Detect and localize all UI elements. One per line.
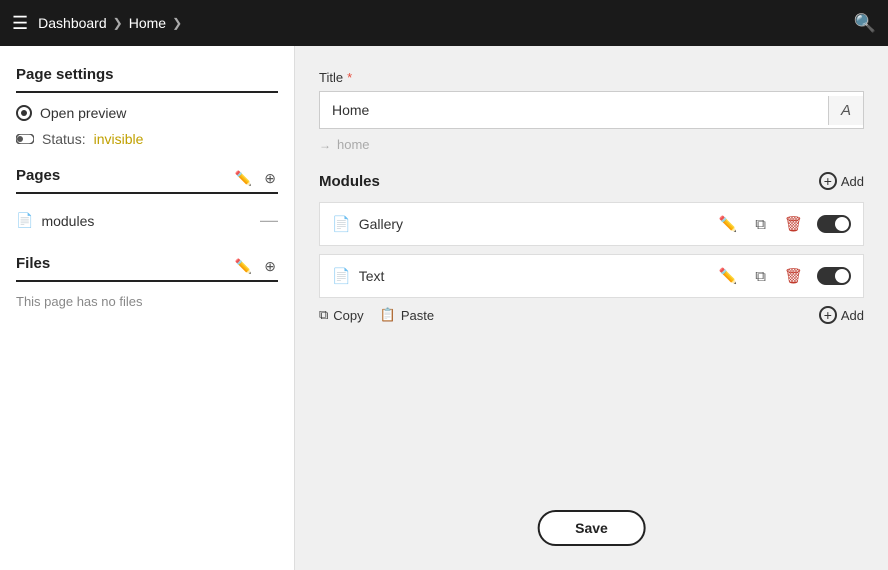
preview-circle-icon xyxy=(16,105,32,121)
breadcrumb-sep-2: ❯ xyxy=(172,16,182,30)
gallery-edit-button[interactable]: ✏️ xyxy=(715,213,742,235)
pages-add-button[interactable]: ⊕ xyxy=(262,168,278,189)
title-input[interactable] xyxy=(320,92,828,128)
page-settings-title: Page settings xyxy=(16,66,114,83)
gallery-delete-button[interactable]: 🗑 xyxy=(780,213,807,235)
search-button[interactable]: 🔍 xyxy=(854,13,876,34)
paste-label: Paste xyxy=(401,308,434,323)
gallery-copy-button[interactable]: ⧉ xyxy=(751,214,770,235)
no-files-text: This page has no files xyxy=(16,294,278,309)
text-edit-button[interactable]: ✏️ xyxy=(715,265,742,287)
save-button[interactable]: Save xyxy=(537,510,646,546)
status-row: Status: invisible xyxy=(16,131,278,147)
main-layout: Page settings Open preview Status: invis… xyxy=(0,46,888,570)
module-row-gallery: 📄 Gallery ✏️ ⧉ 🗑 xyxy=(319,202,864,246)
status-icon xyxy=(16,134,34,144)
modules-title: Modules xyxy=(319,173,380,190)
pages-item-dash: — xyxy=(260,210,278,231)
top-nav: ☰ Dashboard ❯ Home ❯ 🔍 xyxy=(0,0,888,46)
add-circle-icon: + xyxy=(819,172,837,190)
text-toggle[interactable] xyxy=(817,267,851,285)
status-value: invisible xyxy=(94,131,144,147)
status-label: Status: xyxy=(42,131,86,147)
actions-row: ⧉ Copy 📋 Paste + Add xyxy=(319,306,864,324)
modules-header: Modules + Add xyxy=(319,172,864,190)
pages-section: Pages ✏️ ⊕ 📄 modules — xyxy=(16,167,278,235)
add-bottom-label: Add xyxy=(841,308,864,323)
pages-item-modules[interactable]: 📄 modules — xyxy=(16,206,278,235)
files-add-button[interactable]: ⊕ xyxy=(262,256,278,277)
breadcrumb-home[interactable]: Home xyxy=(129,15,166,31)
main-content: Title * A → home Modules + Add xyxy=(295,46,888,570)
text-copy-button[interactable]: ⧉ xyxy=(751,266,770,287)
title-label: Title * xyxy=(319,70,864,85)
required-star: * xyxy=(347,70,352,85)
copy-button[interactable]: ⧉ Copy xyxy=(319,307,364,323)
files-divider xyxy=(16,280,278,282)
open-preview-row[interactable]: Open preview xyxy=(16,105,278,121)
text-delete-button[interactable]: 🗑 xyxy=(780,265,807,287)
hamburger-icon[interactable]: ☰ xyxy=(12,13,28,34)
page-settings-divider xyxy=(16,91,278,93)
slug-arrow: → xyxy=(319,138,331,152)
save-btn-container: Save xyxy=(537,510,646,546)
pages-edit-button[interactable]: ✏️ xyxy=(233,168,254,189)
copy-paste-group: ⧉ Copy 📋 Paste xyxy=(319,307,434,323)
text-file-icon: 📄 xyxy=(332,267,351,285)
pages-title: Pages xyxy=(16,167,60,184)
gallery-name: Gallery xyxy=(359,216,715,232)
paste-icon: 📋 xyxy=(380,307,396,323)
copy-icon: ⧉ xyxy=(319,307,328,323)
text-actions: ✏️ ⧉ 🗑 xyxy=(715,265,851,287)
files-edit-button[interactable]: ✏️ xyxy=(233,256,254,277)
paste-button[interactable]: 📋 Paste xyxy=(380,307,434,323)
font-button[interactable]: A xyxy=(828,96,863,125)
breadcrumb-dashboard[interactable]: Dashboard xyxy=(38,15,107,31)
gallery-actions: ✏️ ⧉ 🗑 xyxy=(715,213,851,235)
modules-add-top-button[interactable]: + Add xyxy=(819,172,864,190)
gallery-toggle[interactable] xyxy=(817,215,851,233)
module-row-text: 📄 Text ✏️ ⧉ 🗑 xyxy=(319,254,864,298)
breadcrumb: Dashboard ❯ Home ❯ xyxy=(38,15,188,31)
page-item-label: modules xyxy=(41,213,94,229)
pages-divider xyxy=(16,192,278,194)
page-settings-section: Page settings Open preview Status: invis… xyxy=(16,66,278,147)
breadcrumb-sep-1: ❯ xyxy=(113,16,123,30)
add-top-label: Add xyxy=(841,174,864,189)
slug-row: → home xyxy=(319,137,864,152)
title-input-row: A xyxy=(319,91,864,129)
title-field: Title * A → home xyxy=(319,70,864,152)
gallery-file-icon: 📄 xyxy=(332,215,351,233)
modules-add-bottom-button[interactable]: + Add xyxy=(819,306,864,324)
sidebar: Page settings Open preview Status: invis… xyxy=(0,46,295,570)
open-preview-label: Open preview xyxy=(40,105,126,121)
text-name: Text xyxy=(359,268,715,284)
modules-section: Modules + Add 📄 Gallery ✏️ ⧉ 🗑 📄 xyxy=(319,172,864,324)
add-bottom-circle-icon: + xyxy=(819,306,837,324)
page-file-icon: 📄 xyxy=(16,212,33,229)
slug-value: home xyxy=(337,137,370,152)
copy-label: Copy xyxy=(333,308,363,323)
files-title: Files xyxy=(16,255,50,272)
files-section: Files ✏️ ⊕ This page has no files xyxy=(16,255,278,309)
